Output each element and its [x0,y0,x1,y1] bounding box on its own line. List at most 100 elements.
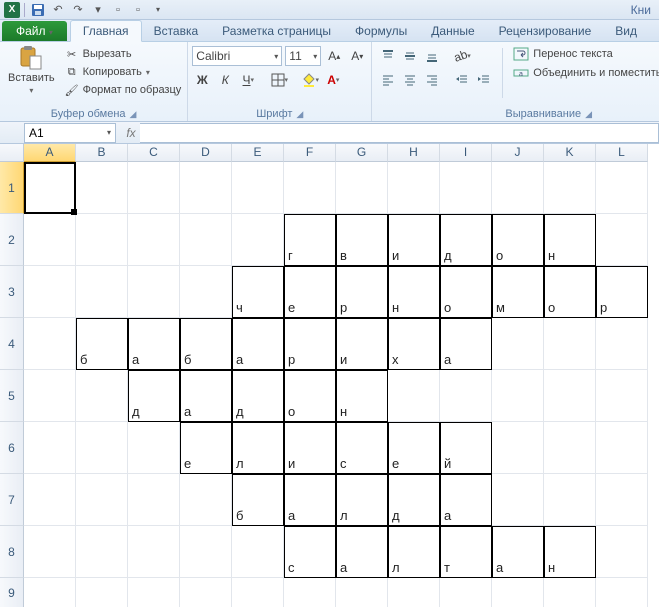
cell[interactable] [440,162,492,214]
cell[interactable] [128,214,180,266]
cell[interactable] [492,422,544,474]
cell[interactable] [388,370,440,422]
cell[interactable] [544,578,596,607]
cell[interactable]: о [492,214,544,266]
cell[interactable] [492,474,544,526]
cell[interactable]: б [180,318,232,370]
increase-indent-button[interactable] [474,70,494,90]
tab-review[interactable]: Рецензирование [487,21,604,41]
cell[interactable] [24,474,76,526]
align-bottom-button[interactable] [422,46,442,66]
align-center-button[interactable] [400,70,420,90]
cut-button[interactable]: ✂Вырезать [63,46,184,62]
cell[interactable]: а [440,474,492,526]
cell[interactable] [596,422,648,474]
row-header[interactable]: 9 [0,578,24,607]
cell[interactable]: д [232,370,284,422]
cell[interactable]: н [544,214,596,266]
cell[interactable] [76,266,128,318]
cell[interactable] [76,474,128,526]
cell[interactable]: г [284,214,336,266]
tab-home[interactable]: Главная [70,20,142,42]
cell[interactable]: с [284,526,336,578]
cell[interactable] [492,578,544,607]
font-color-button[interactable]: A▾ [323,70,343,90]
cell[interactable]: н [388,266,440,318]
select-all-corner[interactable] [0,144,24,162]
cell[interactable] [440,578,492,607]
cell[interactable]: р [284,318,336,370]
cell[interactable] [544,162,596,214]
align-top-button[interactable] [378,46,398,66]
cell[interactable] [76,162,128,214]
cell[interactable] [596,162,648,214]
qat-btn-icon[interactable]: ▾ [89,2,107,18]
cell[interactable]: а [180,370,232,422]
cell[interactable]: а [284,474,336,526]
qat-btn-icon[interactable]: ▫ [129,2,147,18]
cell[interactable]: ч [232,266,284,318]
cell[interactable] [128,266,180,318]
cell[interactable]: а [440,318,492,370]
cell[interactable] [232,578,284,607]
col-header[interactable]: I [440,144,492,162]
qat-save-icon[interactable] [29,2,47,18]
paste-button[interactable]: Вставить ▾ [4,44,59,97]
col-header[interactable]: B [76,144,128,162]
cell[interactable]: и [388,214,440,266]
cell[interactable] [388,578,440,607]
row-header[interactable]: 7 [0,474,24,526]
cell[interactable] [128,422,180,474]
tab-insert[interactable]: Вставка [142,21,211,41]
underline-button[interactable]: Ч▾ [238,70,258,90]
cell[interactable]: а [492,526,544,578]
cell[interactable] [24,318,76,370]
cell[interactable] [128,162,180,214]
font-name-combo[interactable]: Calibri▾ [192,46,282,66]
fx-icon[interactable]: fx [122,126,140,140]
cell[interactable]: а [336,526,388,578]
align-left-button[interactable] [378,70,398,90]
dialog-launcher-icon[interactable]: ◢ [585,109,592,120]
tab-data[interactable]: Данные [419,21,486,41]
col-header[interactable]: E [232,144,284,162]
row-header[interactable]: 4 [0,318,24,370]
wrap-text-button[interactable]: Перенос текста [511,46,659,62]
bold-button[interactable]: Ж [192,70,212,90]
cell[interactable]: е [284,266,336,318]
qat-undo-icon[interactable]: ↶ [49,2,67,18]
row-header[interactable]: 3 [0,266,24,318]
cell[interactable] [544,370,596,422]
cell[interactable]: д [388,474,440,526]
tab-file[interactable]: Файл ▾ [2,21,67,41]
cell[interactable] [544,474,596,526]
cell[interactable]: с [336,422,388,474]
cell[interactable] [24,266,76,318]
grow-font-button[interactable]: A▴ [324,46,344,66]
cell[interactable]: и [336,318,388,370]
tab-formulas[interactable]: Формулы [343,21,419,41]
cell[interactable] [180,578,232,607]
col-header[interactable]: L [596,144,648,162]
cell[interactable] [76,578,128,607]
cell[interactable] [76,526,128,578]
italic-button[interactable]: К [215,70,235,90]
cell[interactable] [180,162,232,214]
cell[interactable] [24,578,76,607]
cell[interactable]: д [128,370,180,422]
tab-page-layout[interactable]: Разметка страницы [210,21,343,41]
cell[interactable] [24,162,76,214]
col-header[interactable]: F [284,144,336,162]
cell[interactable] [76,370,128,422]
cell[interactable] [180,266,232,318]
copy-button[interactable]: ⧉Копировать ▾ [63,64,184,80]
col-header[interactable]: C [128,144,180,162]
cell[interactable] [544,318,596,370]
cell[interactable] [440,370,492,422]
formula-input[interactable] [140,123,659,143]
cell[interactable]: р [336,266,388,318]
cell[interactable] [336,578,388,607]
cell[interactable]: м [492,266,544,318]
qat-redo-icon[interactable]: ↷ [69,2,87,18]
cell[interactable] [336,162,388,214]
